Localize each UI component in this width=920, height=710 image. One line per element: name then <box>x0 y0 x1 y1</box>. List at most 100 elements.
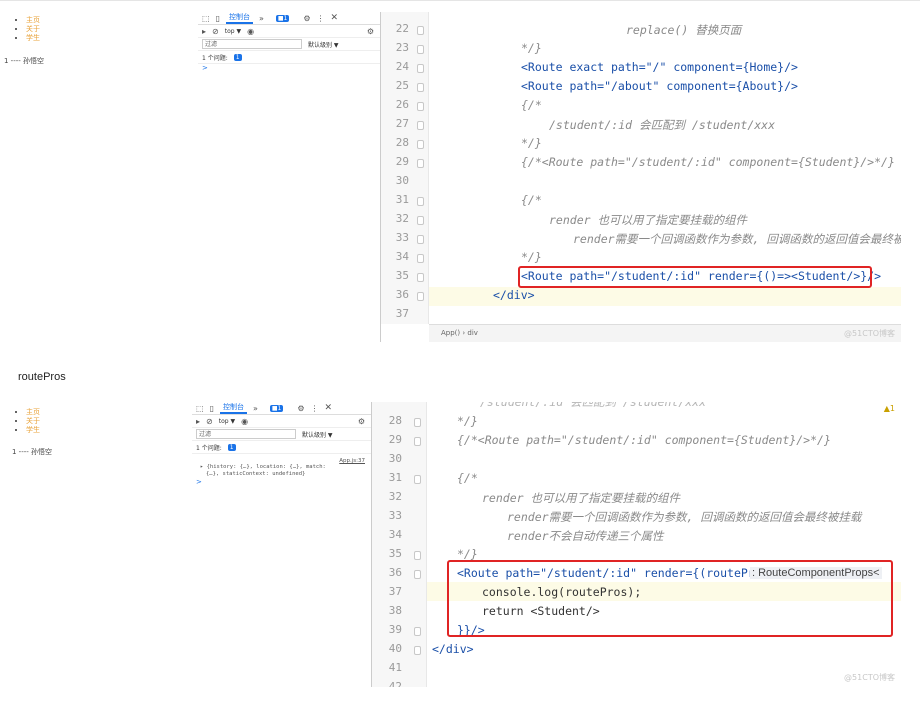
code-line[interactable]: {/* <box>521 98 542 112</box>
fold-marker-icon[interactable] <box>417 140 424 149</box>
fold-marker-icon[interactable] <box>417 273 424 282</box>
nav-item-home[interactable]: 主页 <box>26 408 188 417</box>
line-number: 35 <box>395 269 409 282</box>
warning-indicator[interactable]: ▲1 <box>884 404 895 413</box>
sidebar-toggle-icon[interactable]: ▸ <box>196 417 200 426</box>
clear-console-icon[interactable]: ⊘ <box>206 417 213 426</box>
context-select[interactable]: top ▼ <box>219 418 235 425</box>
code-line[interactable]: */} <box>521 136 542 150</box>
tab-console[interactable]: 控制台 <box>225 12 253 24</box>
fold-marker-icon[interactable] <box>414 627 421 636</box>
fold-marker-icon[interactable] <box>414 551 421 560</box>
nav-list: 主页 关于 学生 <box>8 408 188 435</box>
fold-marker-icon[interactable] <box>417 235 424 244</box>
nav-item-about[interactable]: 关于 <box>26 25 188 34</box>
preview-app-2: 主页 关于 学生 1 ---- 孙悟空 <box>8 408 188 468</box>
eye-icon[interactable]: ◉ <box>241 417 248 426</box>
line-number: 28 <box>388 414 402 427</box>
line-number: 38 <box>388 604 402 617</box>
nav-item-student[interactable]: 学生 <box>26 34 188 43</box>
code-line[interactable]: </div> <box>493 288 535 302</box>
issues-badge-top[interactable]: ■1 <box>269 404 284 412</box>
code-line[interactable]: {/* <box>457 471 478 485</box>
highlight-box <box>447 560 893 637</box>
code-line[interactable]: <Route exact path="/" component={Home}/> <box>521 60 798 74</box>
code-line[interactable]: {/* <box>521 193 542 207</box>
fold-marker-icon[interactable] <box>414 437 421 446</box>
console-settings-icon[interactable]: ⚙ <box>358 417 365 426</box>
fold-marker-icon[interactable] <box>417 83 424 92</box>
code-line[interactable]: */} <box>521 250 542 264</box>
context-select[interactable]: top ▼ <box>225 28 241 35</box>
fold-marker-icon[interactable] <box>417 102 424 111</box>
close-icon[interactable]: ✕ <box>331 13 339 23</box>
device-toggle-icon[interactable]: ▯ <box>216 14 220 23</box>
levels-dropdown[interactable]: 默认级别 ▼ <box>308 40 339 49</box>
code-line[interactable]: </div> <box>432 642 474 656</box>
person-line: 1 ---- 孙悟空 <box>4 57 45 65</box>
fold-marker-icon[interactable] <box>417 197 424 206</box>
code-line[interactable]: render需要一个回调函数作为参数, 回调函数的返回值会最终被挂 <box>573 231 901 247</box>
code-line[interactable]: <Route path="/about" component={About}/> <box>521 79 798 93</box>
kebab-menu-icon[interactable]: ⋮ <box>311 404 319 413</box>
line-number: 41 <box>388 661 402 674</box>
line-number: 22 <box>395 22 409 35</box>
console-prompt[interactable]: > <box>192 478 371 486</box>
filter-row: 过滤 默认级别 ▼ <box>198 38 380 51</box>
kebab-menu-icon[interactable]: ⋮ <box>317 14 325 23</box>
fold-marker-icon[interactable] <box>414 646 421 655</box>
code-line[interactable]: */} <box>457 547 478 561</box>
fold-marker-icon[interactable] <box>414 475 421 484</box>
device-toggle-icon[interactable]: ▯ <box>210 404 214 413</box>
line-number: 30 <box>395 174 409 187</box>
console-settings-icon[interactable]: ⚙ <box>367 27 374 36</box>
gear-icon[interactable]: ⚙ <box>303 14 310 23</box>
code-line[interactable]: render 也可以用了指定要挂载的组件 <box>482 490 680 506</box>
nav-item-about[interactable]: 关于 <box>26 417 188 426</box>
fold-marker-icon[interactable] <box>417 292 424 301</box>
code-line[interactable]: {/*<Route path="/student/:id" component=… <box>457 433 831 447</box>
issues-badge-top[interactable]: ■1 <box>275 14 290 22</box>
line-number: 26 <box>395 98 409 111</box>
nav-item-home[interactable]: 主页 <box>26 16 188 25</box>
inspect-icon[interactable]: ⬚ <box>202 14 210 23</box>
issues-badge[interactable]: 1 <box>233 53 242 61</box>
code-line[interactable]: /student/:id 会匹配到 /student/xxx <box>549 117 775 133</box>
fold-marker-icon[interactable] <box>417 216 424 225</box>
issues-row: 1 个问题: 1 <box>192 441 371 454</box>
filter-input[interactable]: 过滤 <box>202 39 302 49</box>
fold-marker-icon[interactable] <box>417 45 424 54</box>
sidebar-toggle-icon[interactable]: ▸ <box>202 27 206 36</box>
preview-app-1: 主页 关于 学生 1 ---- 孙悟空 <box>4 16 188 76</box>
levels-dropdown[interactable]: 默认级别 ▼ <box>302 430 333 439</box>
clear-console-icon[interactable]: ⊘ <box>212 27 219 36</box>
close-icon[interactable]: ✕ <box>325 403 333 413</box>
fold-marker-icon[interactable] <box>417 64 424 73</box>
line-number: 27 <box>395 117 409 130</box>
log-entry[interactable]: ▸ {history: {…}, location: {…}, match: {… <box>192 464 371 478</box>
gear-icon[interactable]: ⚙ <box>297 404 304 413</box>
tab-console[interactable]: 控制台 <box>219 402 247 414</box>
breadcrumb[interactable]: App() › div <box>441 329 478 337</box>
issues-badge[interactable]: 1 <box>227 443 236 451</box>
code-line[interactable]: */} <box>521 41 542 55</box>
filter-input[interactable]: 过滤 <box>196 429 296 439</box>
code-line[interactable]: replace() 替换页面 <box>626 22 741 38</box>
fold-marker-icon[interactable] <box>414 570 421 579</box>
fold-marker-icon[interactable] <box>417 26 424 35</box>
fold-marker-icon[interactable] <box>417 121 424 130</box>
code-line[interactable]: render不会自动传递三个属性 <box>507 528 664 544</box>
code-line[interactable]: */} <box>457 414 478 428</box>
fold-marker-icon[interactable] <box>417 254 424 263</box>
more-tabs-icon[interactable]: » <box>259 14 264 23</box>
fold-marker-icon[interactable] <box>417 159 424 168</box>
more-tabs-icon[interactable]: » <box>253 404 258 413</box>
nav-item-student[interactable]: 学生 <box>26 426 188 435</box>
eye-icon[interactable]: ◉ <box>247 27 254 36</box>
inspect-icon[interactable]: ⬚ <box>196 404 204 413</box>
code-line[interactable]: render 也可以用了指定要挂载的组件 <box>549 212 747 228</box>
console-prompt[interactable]: > <box>198 64 380 72</box>
code-line[interactable]: render需要一个回调函数作为参数, 回调函数的返回值会最终被挂载 <box>507 509 861 525</box>
fold-marker-icon[interactable] <box>414 418 421 427</box>
code-line[interactable]: {/*<Route path="/student/:id" component=… <box>521 155 895 169</box>
